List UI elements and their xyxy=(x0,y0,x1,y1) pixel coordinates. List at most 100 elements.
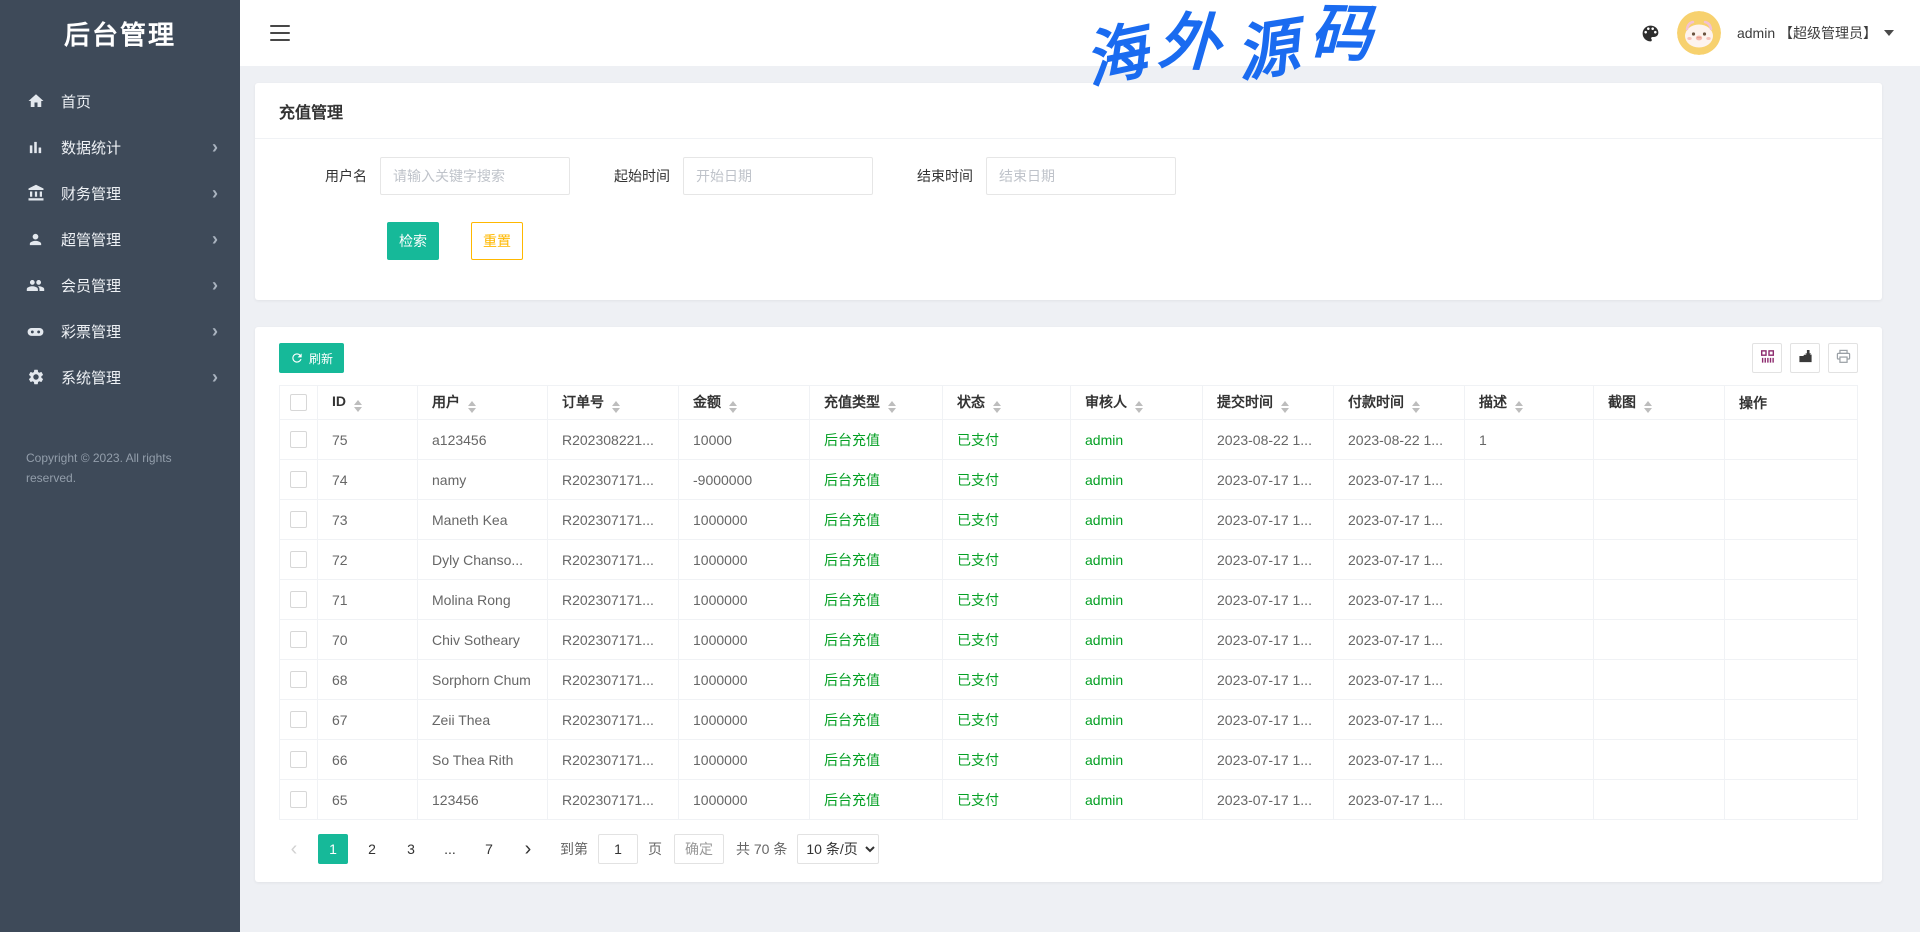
cell-auditor: admin xyxy=(1071,500,1203,540)
sidebar-item-finance[interactable]: 财务管理› xyxy=(0,170,240,216)
username-input[interactable] xyxy=(380,157,570,195)
cell-submit-time: 2023-07-17 1... xyxy=(1203,620,1334,660)
cell-id: 71 xyxy=(318,580,418,620)
table-toolbar-icons xyxy=(1752,343,1858,373)
row-checkbox[interactable] xyxy=(290,711,307,728)
sort-icon[interactable] xyxy=(993,401,1001,413)
column-label: 描述 xyxy=(1479,394,1507,410)
columns-button[interactable] xyxy=(1752,343,1782,373)
sidebar-item-lottery[interactable]: 彩票管理› xyxy=(0,308,240,354)
row-checkbox[interactable] xyxy=(290,671,307,688)
search-button[interactable]: 检索 xyxy=(387,222,439,260)
cell-type: 后台充值 xyxy=(810,700,943,740)
row-checkbox[interactable] xyxy=(290,591,307,608)
reset-button[interactable]: 重置 xyxy=(471,222,523,260)
data-table: ID用户订单号金额充值类型状态审核人提交时间付款时间描述截图操作 75a1234… xyxy=(279,385,1858,820)
sort-icon[interactable] xyxy=(888,401,896,413)
cell-status: 已支付 xyxy=(943,540,1071,580)
row-select-cell xyxy=(280,740,318,780)
table-row: 65123456R202307171...1000000后台充值已支付admin… xyxy=(280,780,1858,820)
cell-amount: -9000000 xyxy=(679,460,810,500)
filter-field-start-time: 起始时间 xyxy=(614,157,873,195)
page-button-7[interactable]: 7 xyxy=(474,834,504,864)
sidebar-item-super-admin[interactable]: 超管管理› xyxy=(0,216,240,262)
avatar[interactable] xyxy=(1677,11,1721,55)
page-button-3[interactable]: 3 xyxy=(396,834,426,864)
sort-icon[interactable] xyxy=(729,401,737,413)
goto-page-input[interactable] xyxy=(598,834,638,864)
cell-status: 已支付 xyxy=(943,580,1071,620)
sidebar-item-data-stats[interactable]: 数据统计› xyxy=(0,124,240,170)
row-checkbox[interactable] xyxy=(290,791,307,808)
sort-icon[interactable] xyxy=(1515,401,1523,413)
cell-type: 后台充值 xyxy=(810,500,943,540)
row-checkbox[interactable] xyxy=(290,511,307,528)
column-header-amount: 金额 xyxy=(679,386,810,420)
cell-id: 75 xyxy=(318,420,418,460)
end-time-input[interactable] xyxy=(986,157,1176,195)
cell-order-no: R202307171... xyxy=(548,580,679,620)
users-icon xyxy=(26,276,45,295)
menu-toggle-button[interactable] xyxy=(266,21,294,45)
table-row: 71Molina RongR202307171...1000000后台充值已支付… xyxy=(280,580,1858,620)
user-menu[interactable]: admin 【超级管理员】 xyxy=(1737,23,1894,43)
row-checkbox[interactable] xyxy=(290,551,307,568)
cell-status: 已支付 xyxy=(943,460,1071,500)
cell-action xyxy=(1725,540,1858,580)
page-size-select[interactable]: 10 条/页 xyxy=(797,834,879,864)
app-title: 后台管理 xyxy=(0,0,240,66)
column-label: 操作 xyxy=(1739,395,1767,411)
sort-icon[interactable] xyxy=(1281,401,1289,413)
cell-user: namy xyxy=(418,460,548,500)
chevron-right-icon: › xyxy=(212,322,218,340)
prev-page-button[interactable]: ‹ xyxy=(279,834,309,864)
page-button-1[interactable]: 1 xyxy=(318,834,348,864)
sidebar-item-label: 系统管理 xyxy=(61,367,212,388)
row-select-cell xyxy=(280,420,318,460)
cell-amount: 10000 xyxy=(679,420,810,460)
cell-action xyxy=(1725,500,1858,540)
print-button[interactable] xyxy=(1828,343,1858,373)
sort-icon[interactable] xyxy=(354,400,362,412)
cell-status: 已支付 xyxy=(943,780,1071,820)
cell-amount: 1000000 xyxy=(679,500,810,540)
table-row: 68Sorphorn ChumR202307171...1000000后台充值已… xyxy=(280,660,1858,700)
page-button-2[interactable]: 2 xyxy=(357,834,387,864)
row-checkbox[interactable] xyxy=(290,751,307,768)
filter-buttons: 检索 重置 xyxy=(387,222,1858,260)
pagination-pages: 123...7 xyxy=(318,834,513,864)
sort-icon[interactable] xyxy=(1644,401,1652,413)
sidebar-item-system[interactable]: 系统管理› xyxy=(0,354,240,400)
caret-down-icon xyxy=(1884,30,1894,36)
confirm-button[interactable]: 确定 xyxy=(674,834,724,864)
cell-id: 68 xyxy=(318,660,418,700)
export-button[interactable] xyxy=(1790,343,1820,373)
sidebar-item-members[interactable]: 会员管理› xyxy=(0,262,240,308)
refresh-button[interactable]: 刷新 xyxy=(279,343,344,373)
select-all-checkbox[interactable] xyxy=(290,394,307,411)
cell-amount: 1000000 xyxy=(679,660,810,700)
cell-pay-time: 2023-07-17 1... xyxy=(1334,660,1465,700)
sidebar-item-home[interactable]: 首页 xyxy=(0,78,240,124)
sidebar-item-label: 财务管理 xyxy=(61,183,212,204)
refresh-label: 刷新 xyxy=(309,350,333,367)
sort-icon[interactable] xyxy=(612,401,620,413)
sort-icon[interactable] xyxy=(1135,401,1143,413)
cell-user: Dyly Chanso... xyxy=(418,540,548,580)
sort-icon[interactable] xyxy=(468,401,476,413)
row-select-cell xyxy=(280,620,318,660)
start-time-input[interactable] xyxy=(683,157,873,195)
cell-screenshot xyxy=(1594,500,1725,540)
theme-palette-icon[interactable] xyxy=(1640,23,1661,44)
cell-auditor: admin xyxy=(1071,580,1203,620)
cell-id: 74 xyxy=(318,460,418,500)
filter-field-username: 用户名 xyxy=(325,157,570,195)
row-checkbox[interactable] xyxy=(290,631,307,648)
chevron-right-icon: › xyxy=(212,230,218,248)
next-page-button[interactable]: › xyxy=(513,834,543,864)
cell-amount: 1000000 xyxy=(679,540,810,580)
row-checkbox[interactable] xyxy=(290,431,307,448)
sort-icon[interactable] xyxy=(1412,401,1420,413)
row-checkbox[interactable] xyxy=(290,471,307,488)
cell-screenshot xyxy=(1594,540,1725,580)
